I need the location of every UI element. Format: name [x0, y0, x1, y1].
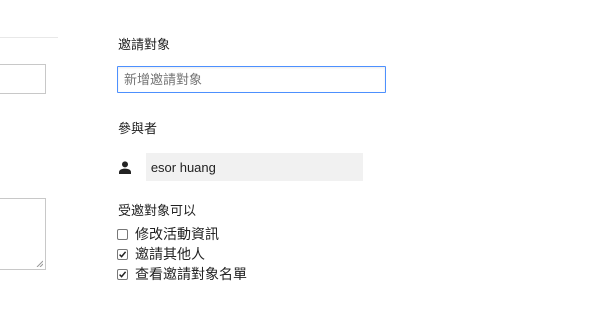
permission-label: 修改活動資訊 — [135, 226, 219, 242]
guests-heading: 邀請對象 — [118, 37, 171, 52]
resize-grip-icon[interactable] — [36, 260, 43, 267]
participant-row: esor huang — [117, 153, 363, 181]
checkmark-icon — [119, 250, 127, 258]
left-panel-input[interactable] — [0, 64, 46, 94]
left-panel-divider — [0, 37, 58, 38]
checkbox-modify-event[interactable] — [117, 228, 128, 240]
add-guest-input[interactable] — [117, 66, 386, 93]
permission-invite-others[interactable]: 邀請其他人 — [117, 245, 205, 263]
person-icon — [117, 153, 141, 181]
permission-see-guest-list[interactable]: 查看邀請對象名單 — [117, 265, 247, 283]
permission-label: 查看邀請對象名單 — [135, 266, 247, 282]
description-textarea[interactable] — [0, 198, 46, 270]
permission-label: 邀請其他人 — [135, 246, 205, 262]
participant-name: esor huang — [145, 153, 363, 181]
participants-heading: 參與者 — [118, 121, 158, 136]
permission-modify-event[interactable]: 修改活動資訊 — [117, 225, 219, 243]
permissions-heading: 受邀對象可以 — [118, 203, 197, 218]
checkbox-invite-others[interactable] — [117, 248, 128, 260]
checkmark-icon — [119, 270, 127, 278]
checkbox-see-guest-list[interactable] — [117, 268, 128, 280]
